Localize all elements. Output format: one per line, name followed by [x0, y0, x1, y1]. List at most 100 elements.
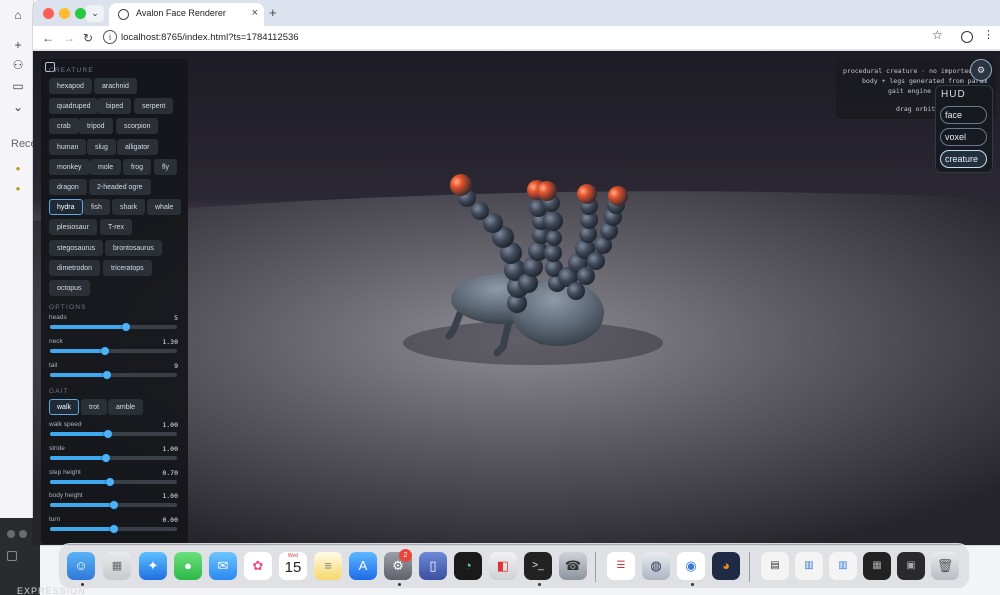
gait-chip-walk[interactable]: walk — [49, 399, 80, 415]
settings-gear-button[interactable]: ⚙ — [970, 59, 992, 81]
notes-icon[interactable]: ≡ — [314, 552, 342, 580]
window-thumbnail[interactable]: ▣ — [897, 552, 925, 580]
creature-chip-t-rex[interactable]: T-rex — [100, 219, 132, 236]
creature-chip-brontosaurus[interactable]: brontosaurus — [105, 239, 162, 256]
creature-chip-tripod[interactable]: tripod — [79, 118, 113, 135]
gait-chip-amble[interactable]: amble — [108, 399, 144, 415]
creature-chip-human[interactable]: human — [49, 138, 87, 155]
reload-button[interactable]: ↻ — [80, 29, 96, 47]
people-icon[interactable]: ⚇ — [11, 58, 25, 72]
blender-icon[interactable]: ◕ — [712, 552, 740, 580]
creature-chip-crab[interactable]: crab — [49, 118, 79, 135]
creature-chip-whale[interactable]: whale — [147, 199, 182, 216]
creature-chip-scorpion[interactable]: scorpion — [116, 118, 159, 135]
textedit-icon[interactable]: ☰ — [607, 552, 635, 580]
turn-slider[interactable] — [50, 525, 177, 534]
tail-slider-thumb[interactable] — [103, 371, 112, 379]
calendar-icon[interactable]: Wed 15 — [279, 552, 307, 580]
heads-slider-thumb[interactable] — [122, 323, 131, 331]
walk-speed-slider-thumb[interactable] — [104, 430, 113, 438]
disk-utility-icon[interactable]: ◍ — [642, 552, 670, 580]
profile-icon[interactable] — [961, 31, 973, 43]
chevron-down-icon[interactable]: ⌄ — [11, 100, 25, 114]
tail-slider[interactable] — [50, 371, 177, 379]
messages-icon[interactable]: ● — [174, 552, 202, 580]
creature-chip-shark[interactable]: shark — [112, 199, 146, 216]
creature-chip-quadruped[interactable]: quadruped — [49, 98, 99, 115]
site-info-icon[interactable]: i — [103, 30, 117, 44]
gait-chip-trot[interactable]: trot — [81, 399, 108, 415]
step-height-slider-thumb[interactable] — [105, 477, 114, 486]
creature-chip-biped[interactable]: biped — [98, 98, 132, 115]
tab-close-icon[interactable]: × — [252, 7, 258, 19]
bookmark-star-icon[interactable]: ☆ — [932, 28, 943, 42]
close-window-button[interactable] — [43, 8, 54, 19]
screenshot-icon[interactable]: ◧ — [489, 552, 517, 580]
neck-slider[interactable] — [50, 347, 177, 355]
terminal-icon[interactable]: >_ — [524, 552, 552, 580]
forward-button[interactable]: → — [61, 29, 77, 47]
plus-icon[interactable]: + — [11, 38, 25, 52]
downloads-stack[interactable]: ▥ — [795, 552, 823, 580]
minimize-window-button[interactable] — [59, 8, 70, 19]
neck-slider-thumb[interactable] — [100, 347, 109, 355]
hud-button-voxel[interactable]: voxel — [940, 128, 987, 146]
document-thumbnail[interactable]: ▤ — [761, 552, 789, 580]
browser-menu-icon[interactable]: ⋮ — [983, 28, 994, 41]
back-button[interactable]: ← — [40, 29, 56, 47]
creature-chip-dimetrodon[interactable]: dimetrodon — [49, 259, 101, 276]
creature-chip-fish[interactable]: fish — [83, 199, 110, 216]
hud-button-creature[interactable]: creature — [940, 150, 987, 168]
body-height-slider-thumb[interactable] — [109, 501, 118, 510]
turn-slider-thumb[interactable] — [109, 525, 118, 534]
new-tab-button[interactable]: + — [269, 5, 277, 20]
document-stack[interactable]: ▥ — [829, 552, 857, 580]
step-height-slider-fill — [50, 479, 110, 484]
mail-icon[interactable]: ✉ — [209, 552, 237, 580]
creature-chip-hydra[interactable]: hydra — [49, 199, 83, 216]
creature-chip-serpent[interactable]: serpent — [134, 98, 174, 115]
launchpad-icon[interactable]: ▦ — [103, 552, 131, 580]
trash-icon[interactable]: 🗑 — [931, 552, 959, 580]
chrome-icon[interactable]: ◉ — [677, 552, 705, 580]
creature-chip-stegosaurus[interactable]: stegosaurus — [49, 239, 104, 256]
creature-chip-alligator[interactable]: alligator — [117, 138, 158, 155]
maximize-window-button[interactable] — [75, 8, 86, 19]
creature-chip-slug[interactable]: slug — [87, 138, 116, 155]
creature-chip-frog[interactable]: frog — [123, 158, 152, 175]
creature-chip-2-headed-ogre[interactable]: 2-headed ogre — [89, 179, 151, 195]
heads-slider[interactable] — [50, 323, 177, 331]
step-height-slider[interactable] — [50, 477, 177, 486]
tab-active[interactable]: Avalon Face Renderer × — [109, 3, 264, 26]
photos-icon[interactable]: ✿ — [244, 552, 272, 580]
creature-chip-triceratops[interactable]: triceratops — [103, 259, 152, 276]
address-bar[interactable]: i localhost:8765/index.html?ts=178411253… — [99, 28, 959, 48]
creature-chip-hexapod[interactable]: hexapod — [49, 78, 92, 94]
creature-chip-monkey[interactable]: monkey — [49, 158, 90, 175]
walk-speed-slider[interactable] — [50, 430, 177, 438]
app-store-icon[interactable]: A — [349, 552, 377, 580]
tab-search-button[interactable]: ⌄ — [86, 5, 104, 22]
creature-chip-dragon[interactable]: dragon — [49, 179, 87, 195]
briefcase-icon[interactable]: ▭ — [11, 79, 25, 93]
home-icon[interactable]: ⌂ — [11, 8, 25, 22]
url-text[interactable]: localhost:8765/index.html?ts=1784112536 — [121, 32, 299, 43]
render-viewport[interactable]: CREATURE hexapod arachnid quadruped biped se… — [33, 51, 1000, 545]
square-icon[interactable] — [7, 551, 17, 561]
safari-icon[interactable]: ✦ — [139, 552, 167, 580]
screenshot-thumbnail[interactable]: ▦ — [863, 552, 891, 580]
stride-slider[interactable] — [50, 453, 177, 462]
finder-icon[interactable]: ☺ — [67, 552, 95, 580]
preview-icon[interactable]: ▯ — [419, 552, 447, 580]
hud-button-face[interactable]: face — [940, 106, 987, 124]
creature-chip-fly[interactable]: fly — [154, 158, 177, 175]
activity-monitor-icon[interactable]: ◔ — [454, 552, 482, 580]
body-height-slider[interactable] — [50, 501, 177, 510]
creature-chip-arachnid[interactable]: arachnid — [94, 78, 137, 94]
neck-slider-fill — [50, 349, 105, 353]
creature-chip-plesiosaur[interactable]: plesiosaur — [49, 219, 97, 236]
creature-chip-octopus[interactable]: octopus — [49, 280, 90, 296]
phone-app-icon[interactable]: ☎ — [559, 552, 587, 580]
creature-chip-mole[interactable]: mole — [90, 158, 122, 175]
stride-slider-thumb[interactable] — [101, 453, 110, 462]
